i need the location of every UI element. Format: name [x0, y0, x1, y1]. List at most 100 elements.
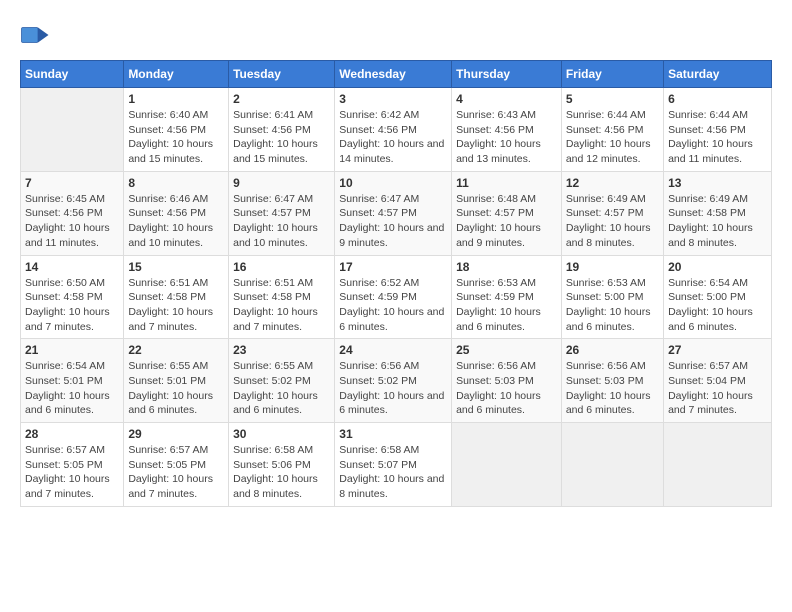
day-info: Sunrise: 6:52 AMSunset: 4:59 PMDaylight:… — [339, 276, 447, 335]
calendar-cell: 18Sunrise: 6:53 AMSunset: 4:59 PMDayligh… — [452, 255, 562, 339]
day-info: Sunrise: 6:56 AMSunset: 5:02 PMDaylight:… — [339, 359, 447, 418]
calendar-table: SundayMondayTuesdayWednesdayThursdayFrid… — [20, 60, 772, 507]
day-info: Sunrise: 6:58 AMSunset: 5:07 PMDaylight:… — [339, 443, 447, 502]
day-number: 1 — [128, 92, 224, 106]
day-number: 9 — [233, 176, 330, 190]
day-info: Sunrise: 6:56 AMSunset: 5:03 PMDaylight:… — [456, 359, 557, 418]
day-info: Sunrise: 6:45 AMSunset: 4:56 PMDaylight:… — [25, 192, 119, 251]
calendar-cell: 22Sunrise: 6:55 AMSunset: 5:01 PMDayligh… — [124, 339, 229, 423]
day-number: 13 — [668, 176, 767, 190]
day-number: 23 — [233, 343, 330, 357]
calendar-cell: 16 Sunrise: 6:51 AMSunset: 4:58 PMDayligh… — [229, 255, 335, 339]
day-info: Sunrise: 6:56 AMSunset: 5:03 PMDaylight:… — [566, 359, 659, 418]
day-info: Sunrise: 6:44 AMSunset: 4:56 PMDaylight:… — [668, 108, 767, 167]
day-info: Sunrise: 6:57 AMSunset: 5:05 PMDaylight:… — [25, 443, 119, 502]
day-number: 11 — [456, 176, 557, 190]
calendar-cell: 6 Sunrise: 6:44 AMSunset: 4:56 PMDaylight… — [664, 88, 772, 172]
calendar-cell — [561, 423, 663, 507]
day-number: 28 — [25, 427, 119, 441]
day-number: 15 — [128, 260, 224, 274]
day-info: Sunrise: 6:49 AMSunset: 4:57 PMDaylight:… — [566, 192, 659, 251]
calendar-cell: 17 Sunrise: 6:52 AMSunset: 4:59 PMDayligh… — [335, 255, 452, 339]
calendar-cell — [21, 88, 124, 172]
day-number: 5 — [566, 92, 659, 106]
calendar-cell: 15 Sunrise: 6:51 AMSunset: 4:58 PMDayligh… — [124, 255, 229, 339]
calendar-cell: 24 Sunrise: 6:56 AMSunset: 5:02 PMDayligh… — [335, 339, 452, 423]
day-info: Sunrise: 6:57 AMSunset: 5:04 PMDaylight:… — [668, 359, 767, 418]
day-info: Sunrise: 6:46 AMSunset: 4:56 PMDaylight:… — [128, 192, 224, 251]
day-info: Sunrise: 6:40 AMSunset: 4:56 PMDaylight:… — [128, 108, 224, 167]
day-info: Sunrise: 6:41 AMSunset: 4:56 PMDaylight:… — [233, 108, 330, 167]
day-number: 14 — [25, 260, 119, 274]
calendar-cell: 4 Sunrise: 6:43 AMSunset: 4:56 PMDaylight… — [452, 88, 562, 172]
day-number: 3 — [339, 92, 447, 106]
day-number: 30 — [233, 427, 330, 441]
day-info: Sunrise: 6:47 AMSunset: 4:57 PMDaylight:… — [339, 192, 447, 251]
calendar-cell: 23 Sunrise: 6:55 AMSunset: 5:02 PMDayligh… — [229, 339, 335, 423]
day-number: 12 — [566, 176, 659, 190]
calendar-cell: 27 Sunrise: 6:57 AMSunset: 5:04 PMDayligh… — [664, 339, 772, 423]
day-info: Sunrise: 6:53 AMSunset: 4:59 PMDaylight:… — [456, 276, 557, 335]
day-info: Sunrise: 6:50 AMSunset: 4:58 PMDaylight:… — [25, 276, 119, 335]
logo — [20, 20, 54, 50]
calendar-cell: 20 Sunrise: 6:54 AMSunset: 5:00 PMDayligh… — [664, 255, 772, 339]
day-info: Sunrise: 6:57 AMSunset: 5:05 PMDaylight:… — [128, 443, 224, 502]
calendar-week-1: 1 Sunrise: 6:40 AMSunset: 4:56 PMDaylight… — [21, 88, 772, 172]
day-info: Sunrise: 6:54 AMSunset: 5:01 PMDaylight:… — [25, 359, 119, 418]
day-number: 31 — [339, 427, 447, 441]
calendar-cell: 14 Sunrise: 6:50 AMSunset: 4:58 PMDayligh… — [21, 255, 124, 339]
calendar-cell: 30 Sunrise: 6:58 AMSunset: 5:06 PMDayligh… — [229, 423, 335, 507]
calendar-cell: 5 Sunrise: 6:44 AMSunset: 4:56 PMDaylight… — [561, 88, 663, 172]
day-number: 17 — [339, 260, 447, 274]
calendar-cell: 31 Sunrise: 6:58 AMSunset: 5:07 PMDayligh… — [335, 423, 452, 507]
day-header-friday: Friday — [561, 61, 663, 88]
day-number: 7 — [25, 176, 119, 190]
day-number: 8 — [128, 176, 224, 190]
day-info: Sunrise: 6:42 AMSunset: 4:56 PMDaylight:… — [339, 108, 447, 167]
day-number: 20 — [668, 260, 767, 274]
day-info: Sunrise: 6:44 AMSunset: 4:56 PMDaylight:… — [566, 108, 659, 167]
day-number: 2 — [233, 92, 330, 106]
day-info: Sunrise: 6:48 AMSunset: 4:57 PMDaylight:… — [456, 192, 557, 251]
calendar-cell: 26 Sunrise: 6:56 AMSunset: 5:03 PMDayligh… — [561, 339, 663, 423]
day-info: Sunrise: 6:54 AMSunset: 5:00 PMDaylight:… — [668, 276, 767, 335]
day-number: 4 — [456, 92, 557, 106]
calendar-body: 1 Sunrise: 6:40 AMSunset: 4:56 PMDaylight… — [21, 88, 772, 507]
day-info: Sunrise: 6:55 AMSunset: 5:02 PMDaylight:… — [233, 359, 330, 418]
calendar-cell — [452, 423, 562, 507]
day-info: Sunrise: 6:51 AMSunset: 4:58 PMDaylight:… — [233, 276, 330, 335]
day-header-wednesday: Wednesday — [335, 61, 452, 88]
calendar-cell: 19Sunrise: 6:53 AMSunset: 5:00 PMDayligh… — [561, 255, 663, 339]
calendar-cell: 28 Sunrise: 6:57 AMSunset: 5:05 PMDayligh… — [21, 423, 124, 507]
calendar-week-2: 7 Sunrise: 6:45 AMSunset: 4:56 PMDaylight… — [21, 171, 772, 255]
calendar-cell: 13 Sunrise: 6:49 AMSunset: 4:58 PMDayligh… — [664, 171, 772, 255]
logo-icon — [20, 20, 50, 50]
day-number: 29 — [128, 427, 224, 441]
day-number: 26 — [566, 343, 659, 357]
day-header-thursday: Thursday — [452, 61, 562, 88]
calendar-header: SundayMondayTuesdayWednesdayThursdayFrid… — [21, 61, 772, 88]
day-info: Sunrise: 6:43 AMSunset: 4:56 PMDaylight:… — [456, 108, 557, 167]
day-number: 6 — [668, 92, 767, 106]
day-number: 21 — [25, 343, 119, 357]
calendar-cell: 11 Sunrise: 6:48 AMSunset: 4:57 PMDayligh… — [452, 171, 562, 255]
calendar-cell: 12 Sunrise: 6:49 AMSunset: 4:57 PMDayligh… — [561, 171, 663, 255]
calendar-cell: 3 Sunrise: 6:42 AMSunset: 4:56 PMDaylight… — [335, 88, 452, 172]
calendar-cell: 2 Sunrise: 6:41 AMSunset: 4:56 PMDaylight… — [229, 88, 335, 172]
calendar-week-3: 14 Sunrise: 6:50 AMSunset: 4:58 PMDayligh… — [21, 255, 772, 339]
day-number: 27 — [668, 343, 767, 357]
calendar-cell: 1 Sunrise: 6:40 AMSunset: 4:56 PMDaylight… — [124, 88, 229, 172]
day-header-tuesday: Tuesday — [229, 61, 335, 88]
day-info: Sunrise: 6:49 AMSunset: 4:58 PMDaylight:… — [668, 192, 767, 251]
day-info: Sunrise: 6:51 AMSunset: 4:58 PMDaylight:… — [128, 276, 224, 335]
day-number: 24 — [339, 343, 447, 357]
day-number: 16 — [233, 260, 330, 274]
calendar-cell: 21 Sunrise: 6:54 AMSunset: 5:01 PMDayligh… — [21, 339, 124, 423]
day-number: 10 — [339, 176, 447, 190]
calendar-week-5: 28 Sunrise: 6:57 AMSunset: 5:05 PMDayligh… — [21, 423, 772, 507]
day-info: Sunrise: 6:58 AMSunset: 5:06 PMDaylight:… — [233, 443, 330, 502]
calendar-cell: 25Sunrise: 6:56 AMSunset: 5:03 PMDayligh… — [452, 339, 562, 423]
day-header-sunday: Sunday — [21, 61, 124, 88]
day-number: 22 — [128, 343, 224, 357]
calendar-cell: 29 Sunrise: 6:57 AMSunset: 5:05 PMDayligh… — [124, 423, 229, 507]
